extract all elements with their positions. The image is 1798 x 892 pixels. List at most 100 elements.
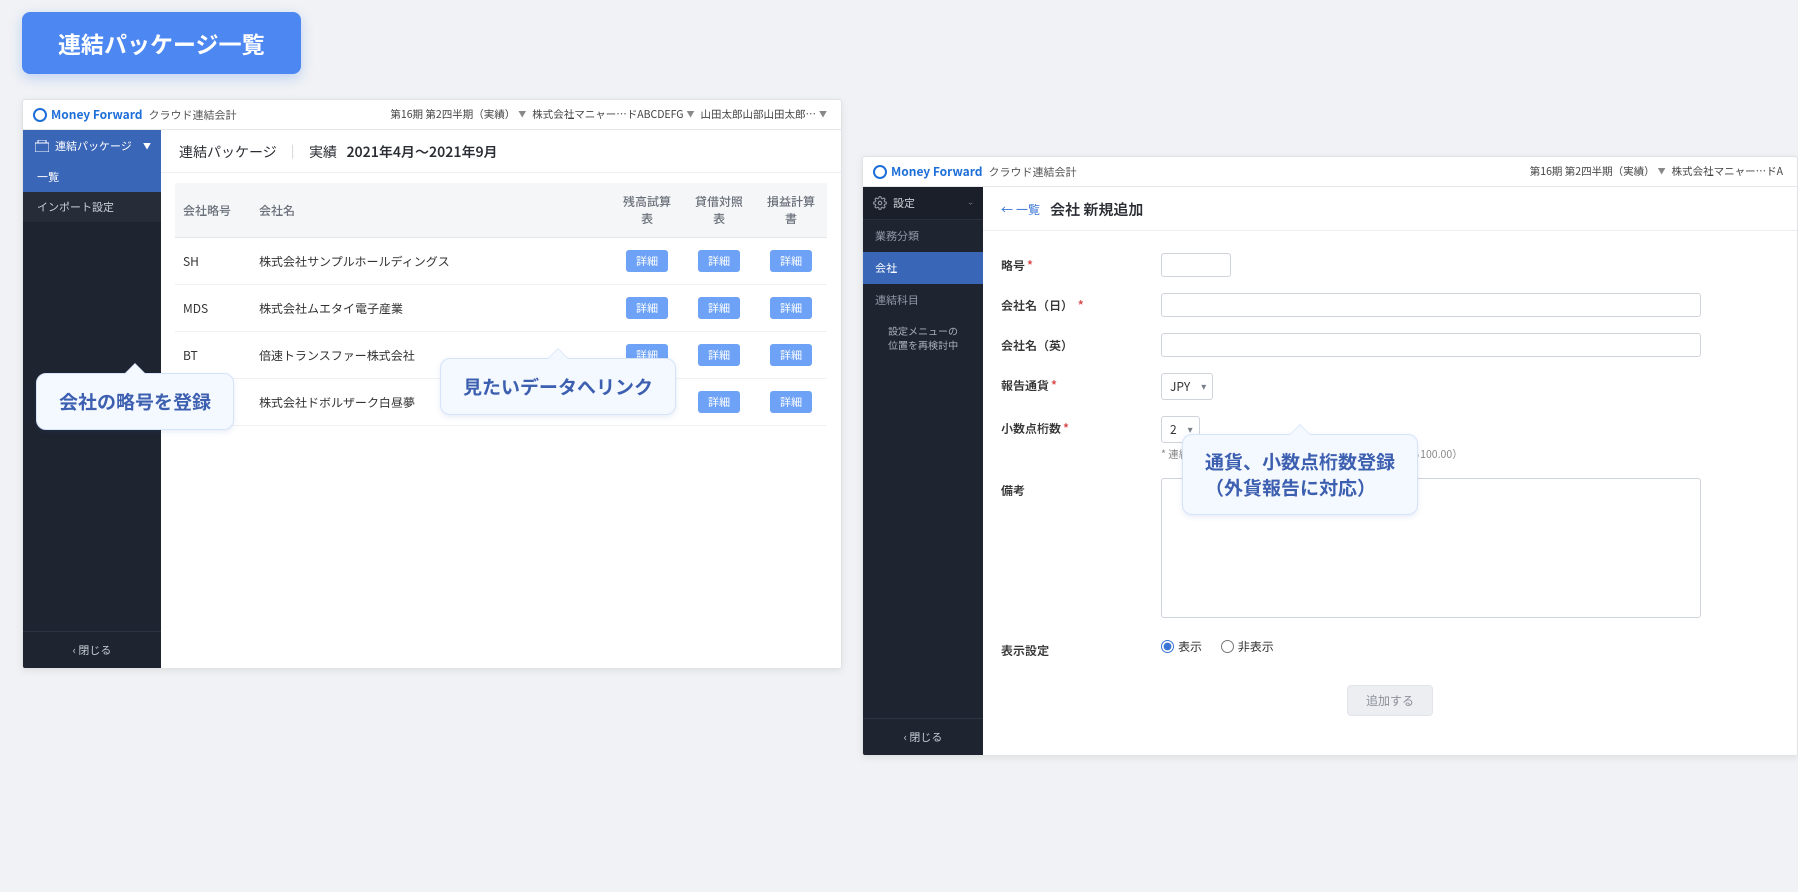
label-decimals: 小数点桁数*	[1001, 416, 1161, 437]
period-label: 第16期 第2四半期（実績）	[390, 107, 515, 122]
sidebar-head-settings[interactable]: 設定 ›	[863, 187, 983, 220]
page-banner: 連結パッケージ一覧	[22, 12, 301, 74]
callout-abbrev: 会社の略号を登録	[36, 373, 234, 430]
company-label: 株式会社マニャー…ドA	[1672, 164, 1783, 179]
radio-hide-label: 非表示	[1238, 638, 1274, 655]
sidebar-item-package[interactable]: 連結パッケージ ▼	[23, 130, 161, 162]
sidebar-item-company[interactable]: 会社	[863, 252, 983, 284]
detail-button-tb[interactable]: 詳細	[626, 250, 668, 272]
select-decimals-value: 2	[1170, 421, 1177, 438]
back-to-list-link[interactable]: ← 一覧	[1001, 201, 1040, 218]
chevron-down-icon: ›	[965, 202, 978, 205]
detail-button-pl[interactable]: 詳細	[770, 297, 812, 319]
page-title-row: 連結パッケージ ｜ 実績 2021年4月～2021年9月	[161, 130, 841, 173]
sidebar-note-l2: 位置を再検討中	[869, 338, 977, 352]
detail-button-pl[interactable]: 詳細	[770, 250, 812, 272]
callout-currency: 通貨、小数点桁数登録 （外貨報告に対応）	[1182, 434, 1418, 515]
callout-text: 見たいデータへリンク	[463, 373, 653, 400]
right-topbar: Money Forward クラウド連結会計 第16期 第2四半期（実績） ▼ …	[863, 157, 1797, 187]
sidebar-head-label: 設定	[893, 195, 915, 211]
right-sidebar: 設定 › 業務分類 会社 連結科目 設定メニューの 位置を再検討中 ‹ 閉じる	[863, 187, 983, 755]
callout-text-l1: 通貨、小数点桁数登録	[1205, 449, 1395, 475]
sidebar-close-button[interactable]: ‹ 閉じる	[23, 631, 161, 668]
logo-text: Money Forward	[891, 163, 982, 180]
product-name: クラウド連結会計	[988, 164, 1076, 180]
sidebar-item-accounts[interactable]: 連結科目	[863, 284, 983, 316]
sidebar-item-label: 会社	[875, 260, 897, 276]
logo-text: Money Forward	[51, 106, 142, 123]
title-separator: ｜	[286, 142, 300, 162]
period-selector[interactable]: 第16期 第2四半期（実績） ▼	[390, 107, 526, 122]
page-title-kind: 実績	[309, 142, 337, 162]
col-code: 会社略号	[175, 183, 251, 238]
sidebar-item-label: インポート設定	[37, 199, 114, 215]
sidebar-item-label: 連結パッケージ	[55, 138, 132, 154]
input-code[interactable]	[1161, 253, 1231, 277]
detail-button-bs[interactable]: 詳細	[698, 297, 740, 319]
gear-icon	[873, 196, 887, 210]
company-selector[interactable]: 株式会社マニャー…ドA	[1672, 164, 1783, 179]
radio-display-show[interactable]: 表示	[1161, 638, 1202, 655]
back-label: 一覧	[1016, 201, 1040, 218]
sidebar-item-import[interactable]: インポート設定	[23, 192, 161, 222]
detail-button-bs[interactable]: 詳細	[698, 391, 740, 413]
table-row: SH株式会社サンプルホールディングス詳細詳細詳細	[175, 238, 827, 285]
input-name-en[interactable]	[1161, 333, 1701, 357]
table-row: MDS株式会社ムエタイ電子産業詳細詳細詳細	[175, 285, 827, 332]
company-selector[interactable]: 株式会社マニャー…ドABCDEFG ▼	[532, 107, 694, 122]
label-currency: 報告通貨*	[1001, 373, 1161, 394]
user-label: 山田太郎山部山田太郎…	[701, 107, 817, 122]
sidebar-item-label: 業務分類	[875, 228, 919, 244]
caret-down-icon: ▼	[1658, 166, 1666, 177]
label-memo: 備考	[1001, 478, 1161, 499]
select-currency-value: JPY	[1170, 378, 1190, 395]
sidebar-item-label: 連結科目	[875, 292, 919, 308]
caret-down-icon: ▼	[819, 109, 827, 120]
logo-icon	[33, 108, 47, 122]
input-name-jp[interactable]	[1161, 293, 1701, 317]
form-header: ← 一覧 会社 新規追加	[983, 187, 1797, 231]
radio-display-hide[interactable]: 非表示	[1221, 638, 1274, 655]
page-title-prefix: 連結パッケージ	[179, 142, 277, 162]
sidebar-item-label: 一覧	[37, 169, 59, 185]
close-label: 閉じる	[78, 642, 111, 658]
cell-code: SH	[175, 238, 251, 285]
period-selector[interactable]: 第16期 第2四半期（実績） ▼	[1530, 164, 1666, 179]
app-logo: Money Forward クラウド連結会計	[23, 106, 236, 123]
left-topbar: Money Forward クラウド連結会計 第16期 第2四半期（実績） ▼ …	[23, 100, 841, 130]
detail-button-pl[interactable]: 詳細	[770, 391, 812, 413]
select-currency[interactable]: JPY	[1161, 373, 1213, 400]
page-banner-text: 連結パッケージ一覧	[58, 26, 265, 60]
sidebar-item-list[interactable]: 一覧	[23, 162, 161, 192]
label-code: 略号*	[1001, 253, 1161, 274]
detail-button-tb[interactable]: 詳細	[626, 297, 668, 319]
col-pl: 損益計算書	[755, 183, 827, 238]
caret-down-icon: ▼	[143, 141, 151, 152]
sidebar-item-biztype[interactable]: 業務分類	[863, 220, 983, 252]
cell-code: MDS	[175, 285, 251, 332]
cell-code: BT	[175, 332, 251, 379]
app-logo: Money Forward クラウド連結会計	[863, 163, 1076, 180]
label-name-en: 会社名（英）	[1001, 333, 1161, 354]
submit-add-button[interactable]: 追加する	[1347, 685, 1433, 716]
callout-text: 会社の略号を登録	[59, 388, 211, 415]
detail-button-pl[interactable]: 詳細	[770, 344, 812, 366]
detail-button-bs[interactable]: 詳細	[698, 250, 740, 272]
close-label: 閉じる	[909, 729, 942, 745]
callout-text-l2: （外貨報告に対応）	[1205, 475, 1395, 501]
user-selector[interactable]: 山田太郎山部山田太郎… ▼	[701, 107, 828, 122]
form-title: 会社 新規追加	[1050, 199, 1143, 220]
sidebar-close-button[interactable]: ‹ 閉じる	[863, 718, 983, 755]
cell-name: 株式会社サンプルホールディングス	[251, 238, 611, 285]
callout-link: 見たいデータへリンク	[440, 358, 676, 415]
label-name-jp: 会社名（日） *	[1001, 293, 1161, 314]
detail-button-bs[interactable]: 詳細	[698, 344, 740, 366]
company-label: 株式会社マニャー…ドABCDEFG	[532, 107, 683, 122]
label-display: 表示設定	[1001, 638, 1161, 659]
sidebar-note: 設定メニューの 位置を再検討中	[863, 316, 983, 364]
sidebar-note-l1: 設定メニューの	[869, 324, 977, 338]
caret-down-icon: ▼	[518, 109, 526, 120]
period-label: 第16期 第2四半期（実績）	[1530, 164, 1655, 179]
arrow-left-icon: ←	[1001, 201, 1013, 218]
col-balance-sheet: 貸借対照表	[683, 183, 755, 238]
